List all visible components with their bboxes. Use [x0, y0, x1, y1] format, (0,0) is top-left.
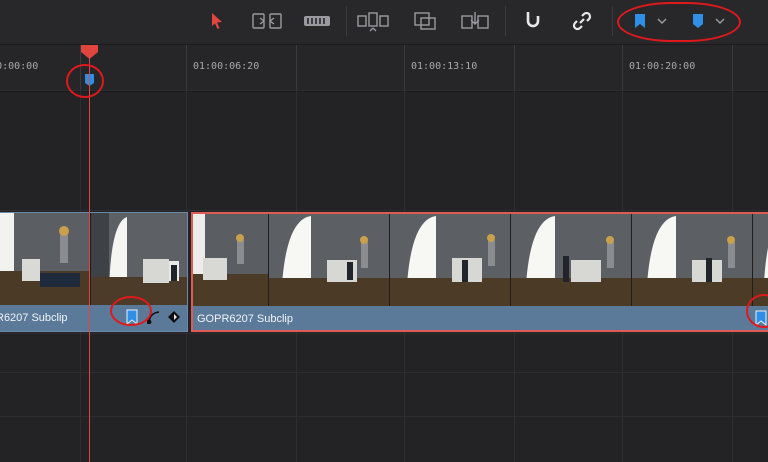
selection-arrow-icon[interactable] — [200, 8, 234, 34]
clip-name: GOPR6207 Subclip — [197, 313, 293, 325]
linked-selection-icon[interactable] — [565, 8, 599, 34]
overwrite-clip-icon[interactable] — [408, 8, 442, 34]
video-clip[interactable]: R6207 Subclip — [0, 212, 188, 332]
thumbnail-frame — [511, 214, 632, 306]
thumbnail-frame — [632, 214, 753, 306]
keyframe-icon[interactable] — [167, 310, 181, 329]
timecode-label: 01:00:06:20 — [193, 61, 260, 72]
snapping-icon[interactable] — [516, 8, 550, 34]
blade-icon[interactable] — [300, 8, 334, 34]
annotation-circle — [110, 296, 152, 326]
timecode-ruler[interactable]: 01:00:00:00 01:00:06:20 01:00:13:10 01:0… — [0, 44, 768, 92]
clip-thumbnails — [193, 214, 768, 306]
replace-clip-icon[interactable] — [458, 8, 492, 34]
clip-label-bar: GOPR6207 Subclip — [193, 306, 768, 330]
annotation-circle — [66, 64, 104, 98]
thumbnail-frame — [0, 213, 91, 305]
timecode-label: 01:00:13:10 — [411, 61, 478, 72]
video-clip-selected[interactable]: GOPR6207 Subclip — [191, 212, 768, 332]
playhead-line[interactable] — [89, 56, 90, 462]
clip-name: R6207 Subclip — [0, 312, 68, 324]
thumbnail-frame — [753, 214, 768, 306]
annotation-circle — [617, 2, 741, 42]
playhead-handle-icon[interactable] — [80, 44, 99, 65]
clip-label-bar: R6207 Subclip — [0, 305, 187, 331]
trim-edit-icon[interactable] — [250, 8, 284, 34]
insert-clip-icon[interactable] — [356, 8, 390, 34]
thumbnail-frame — [91, 213, 187, 305]
thumbnail-frame — [269, 214, 390, 306]
clip-thumbnails — [0, 213, 187, 305]
timecode-label: 01:00:00:00 — [0, 61, 39, 72]
timecode-label: 01:00:20:00 — [629, 61, 696, 72]
thumbnail-frame — [193, 214, 269, 306]
thumbnail-frame — [390, 214, 511, 306]
